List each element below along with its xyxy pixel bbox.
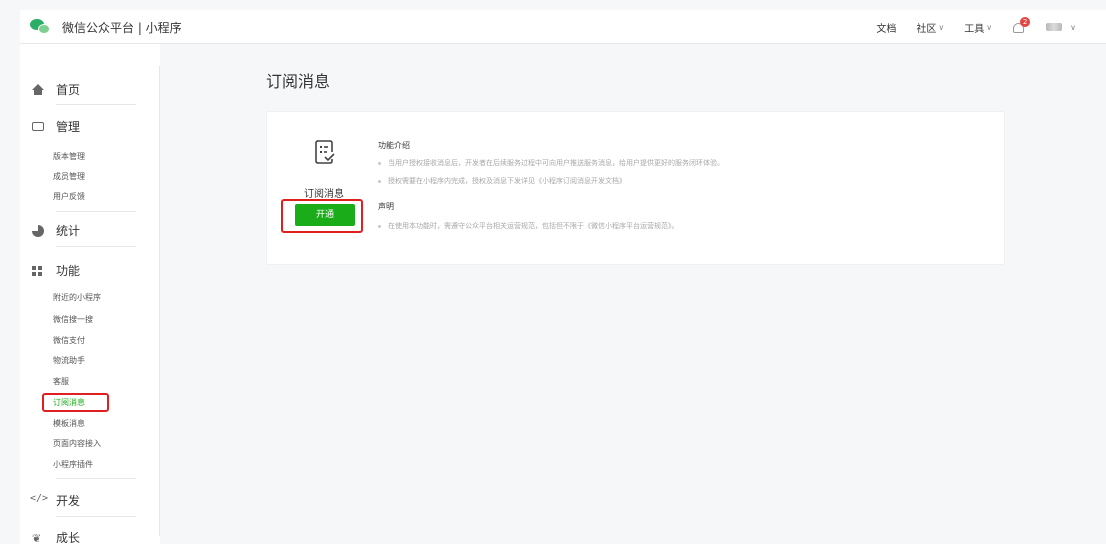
sidebar-item-version[interactable]: 版本管理 — [53, 151, 85, 162]
intro-item-text: 当用户授权接收消息后，开发者在后续服务过程中可向用户推送服务消息，给用户提供更好… — [388, 159, 724, 167]
avatar — [1046, 23, 1063, 31]
sidebar-item-logistics[interactable]: 物流助手 — [53, 355, 85, 366]
notification-badge: 2 — [1020, 17, 1031, 27]
manage-icon — [32, 121, 44, 133]
sidebar-item-label: 功能 — [56, 264, 81, 278]
divider — [56, 246, 136, 247]
statement-item-text[interactable]: 在使用本功能时，需遵守公众平台相关运营规范，包括但不限于《微信小程序平台运营规范… — [388, 222, 679, 230]
intro-item-text[interactable]: 授权需要在小程序内完成，授权及消息下发详见《小程序订阅消息开发文档》 — [388, 177, 626, 185]
top-nav: 文档 社区 ∨ 工具 ∨ 2 ∨ — [856, 10, 1076, 44]
sidebar-item-label: 首页 — [56, 83, 81, 97]
chevron-down-icon: ∨ — [1070, 22, 1076, 32]
sidebar-item-label: 开发 — [56, 494, 81, 508]
divider — [56, 516, 136, 517]
divider — [56, 211, 136, 212]
sidebar-item-template[interactable]: 模板消息 — [53, 418, 85, 429]
highlight-box — [42, 393, 109, 412]
intro-item: 当用户授权接收消息后，开发者在后续服务过程中可向用户推送服务消息，给用户提供更好… — [378, 158, 724, 168]
sidebar-item-label: 统计 — [56, 224, 81, 238]
page-title: 订阅消息 — [266, 72, 331, 91]
sidebar-item-members[interactable]: 成员管理 — [53, 171, 85, 182]
code-icon: </> — [30, 492, 49, 504]
sidebar-item-pay[interactable]: 微信支付 — [53, 335, 85, 346]
sidebar-item-plugins[interactable]: 小程序插件 — [53, 459, 93, 470]
sidebar-item-home[interactable]: 首页 — [32, 81, 80, 98]
sidebar: 首页 管理 版本管理 成员管理 用户反馈 统计 功能 附近的小程序 微信搜一搜 … — [20, 44, 160, 544]
nav-community[interactable]: 社区 ∨ — [916, 20, 944, 35]
sidebar-item-features[interactable]: 功能 — [32, 262, 80, 279]
nav-community-label: 社区 — [916, 23, 937, 35]
wechat-logo-icon — [30, 18, 52, 36]
intro-item: 授权需要在小程序内完成，授权及消息下发详见《小程序订阅消息开发文档》 — [378, 176, 626, 186]
sidebar-divider — [159, 66, 160, 536]
divider — [56, 104, 136, 105]
document-check-icon — [315, 140, 335, 164]
feature-name: 订阅消息 — [304, 189, 344, 200]
sidebar-item-feedback[interactable]: 用户反馈 — [53, 191, 85, 202]
statement-item: 在使用本功能时，需遵守公众平台相关运营规范，包括但不限于《微信小程序平台运营规范… — [378, 221, 679, 231]
sidebar-item-manage[interactable]: 管理 — [32, 118, 80, 135]
chevron-down-icon: ∨ — [986, 22, 993, 32]
intro-title: 功能介绍 — [378, 141, 410, 150]
nav-tools-label: 工具 — [964, 23, 985, 35]
notifications-button[interactable]: 2 — [1012, 17, 1031, 34]
sidebar-item-stats[interactable]: 统计 — [32, 222, 80, 239]
grid-icon — [32, 265, 44, 277]
home-icon — [32, 83, 44, 96]
highlight-box — [281, 199, 363, 233]
top-bar: 微信公众平台 | 小程序 文档 社区 ∨ 工具 ∨ 2 ∨ — [20, 10, 1106, 44]
account-menu[interactable]: ∨ — [1046, 23, 1076, 32]
nav-docs[interactable]: 文档 — [876, 20, 896, 35]
chevron-down-icon: ∨ — [938, 22, 945, 32]
platform-title: 微信公众平台 | 小程序 — [62, 20, 182, 35]
sidebar-item-dev[interactable]: </> 开发 — [30, 492, 81, 509]
sprout-icon: ❦ — [32, 531, 42, 544]
sidebar-item-search[interactable]: 微信搜一搜 — [53, 314, 93, 325]
sidebar-item-nearby[interactable]: 附近的小程序 — [53, 292, 101, 303]
sidebar-item-label: 管理 — [56, 120, 81, 134]
pie-chart-icon — [32, 224, 44, 237]
brand[interactable]: 微信公众平台 | 小程序 — [30, 17, 182, 37]
sidebar-item-customer-service[interactable]: 客服 — [53, 376, 69, 387]
statement-title: 声明 — [378, 202, 394, 211]
feature-card — [266, 111, 1005, 265]
nav-tools[interactable]: 工具 ∨ — [964, 20, 992, 35]
bell-icon: 2 — [1012, 17, 1031, 34]
divider — [56, 478, 136, 479]
sidebar-item-label: 成长 — [56, 531, 81, 544]
sidebar-item-growth[interactable]: ❦ 成长 — [32, 529, 80, 544]
sidebar-item-content[interactable]: 页面内容接入 — [53, 438, 101, 449]
